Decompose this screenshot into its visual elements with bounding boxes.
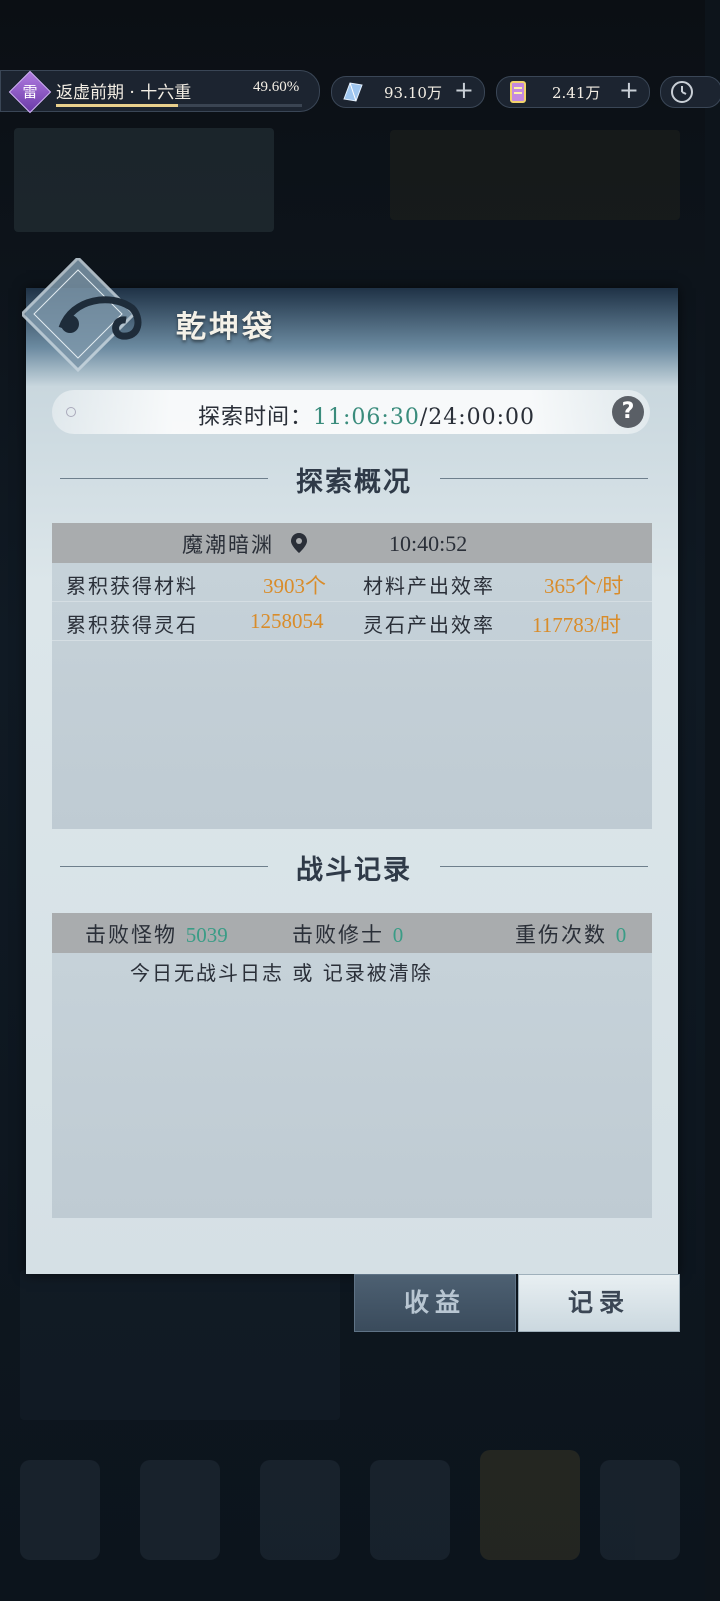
clock-button[interactable] xyxy=(660,76,720,108)
panel-title: 乾坤袋 xyxy=(176,310,275,345)
heavy-injury-label: 重伤次数 xyxy=(515,923,607,947)
explore-time-current: 11:06:30 xyxy=(313,405,420,430)
list-item: 累积获得灵石 1258054 灵石产出效率 117783/时 xyxy=(52,602,652,641)
nav-item xyxy=(260,1460,340,1560)
defeat-cultivators-value: 0 xyxy=(392,923,404,947)
stat-label: 累积获得灵石 xyxy=(66,613,198,637)
explore-time-total: /24:00:00 xyxy=(419,405,536,430)
realm-progress-bar xyxy=(56,104,302,107)
heavy-injury: 重伤次数 0 xyxy=(515,919,626,949)
defeat-monsters-value: 5039 xyxy=(185,923,228,947)
explore-time-label: 探索时间： xyxy=(198,405,314,430)
background-portrait xyxy=(14,128,274,232)
tab-record[interactable]: 记录 xyxy=(518,1274,680,1332)
stat-value: 1258054 xyxy=(250,609,324,633)
nav-item xyxy=(20,1460,100,1560)
location-row[interactable]: 魔潮暗渊 10:40:52 xyxy=(52,523,652,563)
divider xyxy=(440,866,648,867)
nav-item xyxy=(370,1460,450,1560)
add-spirit-stone-button[interactable]: + xyxy=(454,76,474,104)
realm-progress-text: 49.60% xyxy=(253,79,300,95)
realm-indicator[interactable]: 雷 返虚前期 · 十六重 49.60% xyxy=(0,70,320,114)
spirit-stone-value: 93.10万 xyxy=(384,84,442,102)
overview-heading: 探索概况 xyxy=(296,467,412,498)
battle-header: 战斗记录 xyxy=(60,846,648,886)
location-pin-icon xyxy=(291,533,307,553)
talisman-icon xyxy=(510,81,526,103)
radio-dot-icon xyxy=(66,407,76,417)
background-list xyxy=(20,1270,340,1420)
stat-value: 3903个 xyxy=(263,574,326,598)
explore-time: 探索时间：11:06:30/24:00:00 xyxy=(198,399,535,431)
realm-badge-label: 雷 xyxy=(22,83,38,101)
battle-heading: 战斗记录 xyxy=(296,855,412,886)
defeat-cultivators-label: 击败修士 xyxy=(292,923,384,947)
location-name: 魔潮暗渊 xyxy=(182,533,274,557)
list-item: 累积获得材料 3903个 材料产出效率 365个/时 xyxy=(52,563,652,602)
tab-income[interactable]: 收益 xyxy=(354,1274,516,1332)
add-talisman-button[interactable]: + xyxy=(619,76,639,104)
battle-stats-row: 击败怪物 5039 击败修士 0 重伤次数 0 xyxy=(52,913,652,953)
realm-title: 返虚前期 · 十六重 xyxy=(56,83,192,103)
background-bottom-nav xyxy=(0,1430,705,1601)
nav-item xyxy=(140,1460,220,1560)
heavy-injury-value: 0 xyxy=(615,923,627,947)
talisman-value: 2.41万 xyxy=(552,84,601,102)
stat-label: 材料产出效率 xyxy=(363,574,495,598)
stat-value: 365个/时 xyxy=(544,574,624,598)
stat-value: 117783/时 xyxy=(532,613,622,637)
nav-item xyxy=(600,1460,680,1560)
talisman-resource: 2.41万 + xyxy=(496,76,650,108)
defeat-monsters-label: 击败怪物 xyxy=(85,923,177,947)
help-button[interactable]: ? xyxy=(612,396,644,428)
stat-label: 灵石产出效率 xyxy=(363,613,495,637)
realm-progress-fill xyxy=(56,104,179,107)
location-time: 10:40:52 xyxy=(389,531,468,556)
stat-label: 累积获得材料 xyxy=(66,574,198,598)
panel-emblem-icon xyxy=(22,258,142,373)
nav-item xyxy=(480,1450,580,1560)
spirit-stone-icon xyxy=(343,82,363,102)
empty-log-message: 今日无战斗日志 或 记录被清除 xyxy=(130,961,433,985)
explore-time-bar: 探索时间：11:06:30/24:00:00 ? xyxy=(52,390,650,434)
battle-box: 击败怪物 5039 击败修士 0 重伤次数 0 今日无战斗日志 或 记录被清除 xyxy=(52,913,652,1218)
qiankun-bag-panel: 乾坤袋 探索时间：11:06:30/24:00:00 ? 探索概况 魔潮暗渊 1… xyxy=(22,258,678,1274)
defeat-cultivators: 击败修士 0 xyxy=(292,919,403,949)
overview-header: 探索概况 xyxy=(60,458,648,498)
divider xyxy=(440,478,648,479)
overview-box: 魔潮暗渊 10:40:52 累积获得材料 3903个 材料产出效率 365个/时… xyxy=(52,523,652,829)
spirit-stone-resource: 93.10万 + xyxy=(331,76,485,108)
background-decor xyxy=(390,130,680,220)
defeat-monsters: 击败怪物 5039 xyxy=(85,919,228,949)
clock-icon xyxy=(671,81,693,103)
resource-bar: 雷 返虚前期 · 十六重 49.60% 93.10万 + 2.41万 + xyxy=(0,68,720,114)
